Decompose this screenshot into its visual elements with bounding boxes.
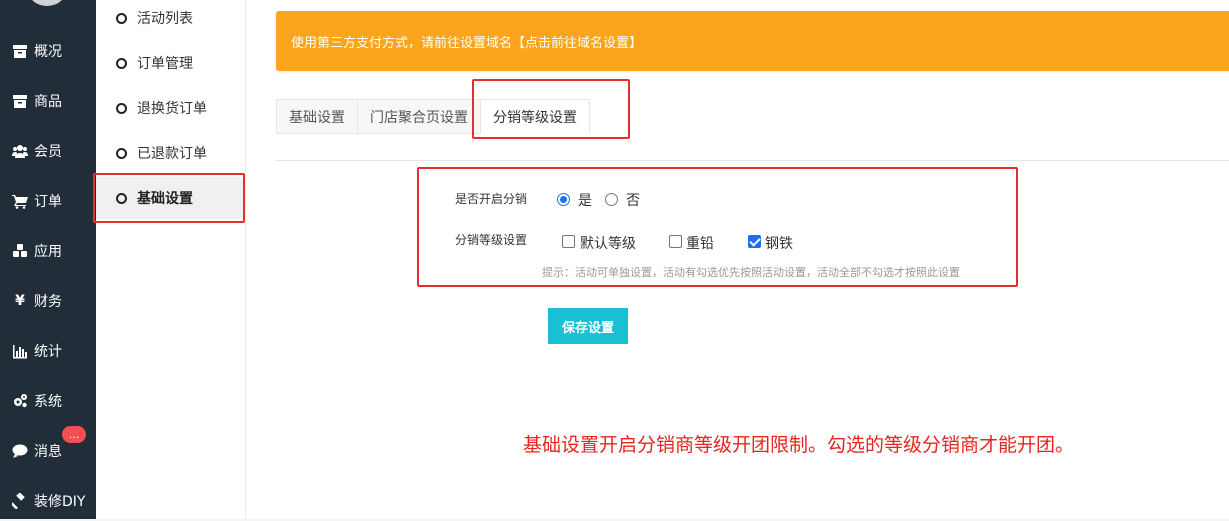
sidebar-item-finance[interactable]: ¥ 财务: [0, 281, 96, 321]
yen-icon: ¥: [15, 293, 25, 309]
sidebar-item-label: 商品: [34, 94, 62, 110]
circle-icon: [116, 12, 127, 24]
subnav-item-activity-list[interactable]: 活动列表: [96, 0, 244, 39]
sidebar-item-label: 统计: [34, 344, 62, 360]
comment-icon: [11, 442, 29, 460]
highlight-box-form: [417, 167, 1018, 287]
circle-icon: [116, 57, 127, 69]
subnav-item-label: 订单管理: [137, 56, 193, 72]
sidebar-item-diy[interactable]: 装修DIY: [0, 481, 96, 521]
archive-icon: [11, 42, 29, 60]
subnav-item-order-management[interactable]: 订单管理: [96, 42, 244, 84]
save-settings-button[interactable]: 保存设置: [548, 308, 628, 344]
sidebar-item-label: 会员: [34, 144, 62, 160]
divider: [276, 160, 1229, 161]
sub-sidebar: 活动列表 订单管理 退换货订单 已退款订单 基础设置: [96, 0, 246, 519]
subnav-item-label: 活动列表: [137, 11, 193, 27]
sidebar-item-label: 订单: [34, 194, 62, 210]
sidebar-item-stats[interactable]: 统计: [0, 331, 96, 371]
domain-alert[interactable]: 使用第三方支付方式，请前往设置域名【点击前往域名设置】: [276, 11, 1229, 71]
circle-icon: [116, 147, 127, 159]
users-icon: [11, 142, 29, 160]
sidebar-item-label: 装修DIY: [34, 494, 86, 510]
tab-label: 基础设置: [289, 109, 345, 126]
tab-store-page-settings[interactable]: 门店聚合页设置: [357, 99, 480, 134]
gavel-icon: [11, 492, 29, 510]
highlight-box-subnav: [93, 173, 245, 223]
circle-icon: [116, 102, 127, 114]
subnav-item-label: 退换货订单: [137, 101, 207, 117]
sidebar-item-overview[interactable]: 概况: [0, 31, 96, 71]
sidebar-item-label: 财务: [34, 294, 62, 310]
annotation-text: 基础设置开启分销商等级开团限制。勾选的等级分销商才能开团。: [523, 434, 1075, 456]
sidebar-item-label: 系统: [34, 394, 62, 410]
subnav-item-label: 已退款订单: [137, 146, 207, 162]
tab-label: 门店聚合页设置: [370, 109, 468, 126]
gears-icon: [11, 392, 29, 410]
tab-basic-settings[interactable]: 基础设置: [276, 99, 357, 134]
bar-chart-icon: [11, 342, 29, 360]
cubes-icon: [11, 242, 29, 260]
sidebar-item-label: 应用: [34, 244, 62, 260]
cart-icon: [11, 192, 29, 210]
subnav-item-returns[interactable]: 退换货订单: [96, 87, 244, 129]
subnav-item-refunded[interactable]: 已退款订单: [96, 132, 244, 174]
archive-icon: [11, 92, 29, 110]
highlight-box-tab: [472, 79, 630, 139]
sidebar-item-orders[interactable]: 订单: [0, 181, 96, 221]
sidebar-item-members[interactable]: 会员: [0, 131, 96, 171]
sidebar-item-system[interactable]: 系统: [0, 381, 96, 421]
main-sidebar: 概况 商品 会员 订单 应用 ¥ 财务 统计 系统 消息 装修DIY ...: [0, 0, 96, 519]
sidebar-item-label: 概况: [34, 44, 62, 60]
message-badge: ...: [62, 426, 86, 443]
avatar[interactable]: [28, 0, 66, 6]
alert-text: 使用第三方支付方式，请前往设置域名【点击前往域名设置】: [291, 35, 643, 51]
sidebar-item-apps[interactable]: 应用: [0, 231, 96, 271]
sidebar-item-label: 消息: [34, 444, 62, 460]
sidebar-item-goods[interactable]: 商品: [0, 81, 96, 121]
